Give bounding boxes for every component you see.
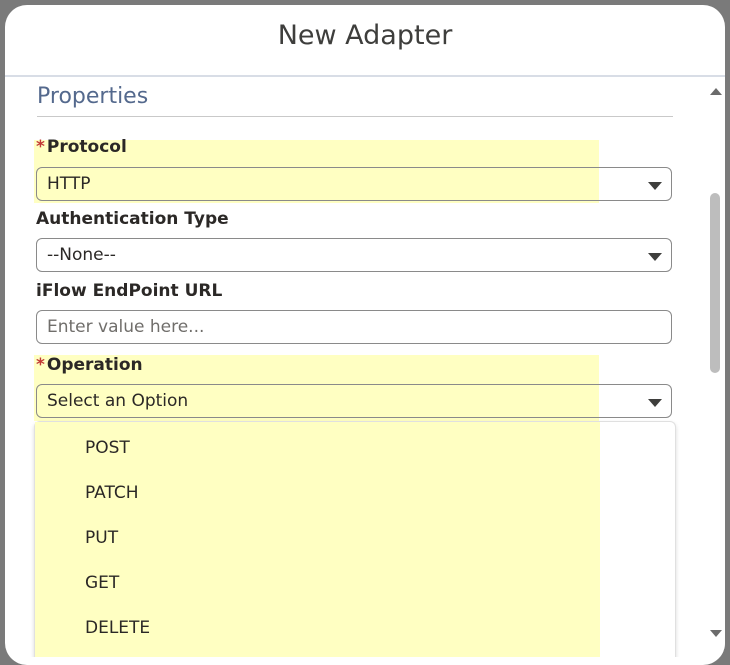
protocol-label-text: Protocol: [46, 137, 127, 157]
modal-title: New Adapter: [277, 20, 453, 51]
operation-select[interactable]: Select an Option: [36, 384, 672, 418]
operation-value: Select an Option: [47, 391, 189, 411]
auth-type-label: Authentication Type: [36, 209, 229, 229]
scroll-down-arrow-icon[interactable]: [710, 630, 722, 637]
endpoint-url-label: iFlow EndPoint URL: [36, 281, 223, 301]
chevron-down-icon: [648, 399, 662, 407]
chevron-down-icon: [648, 182, 662, 190]
auth-type-value: --None--: [47, 245, 116, 265]
scrollbar[interactable]: [705, 77, 725, 657]
operation-label: * Operation: [36, 355, 143, 375]
section-title: Properties: [37, 84, 673, 117]
required-marker: *: [36, 137, 45, 157]
scroll-thumb[interactable]: [710, 193, 720, 373]
new-adapter-modal: New Adapter Properties * Protocol HTTP Au…: [5, 5, 725, 665]
scroll-up-arrow-icon[interactable]: [710, 88, 722, 95]
modal-body: Properties * Protocol HTTP Authentication…: [5, 77, 705, 657]
protocol-label: * Protocol: [36, 137, 127, 157]
endpoint-url-input[interactable]: Enter value here...: [36, 310, 672, 344]
endpoint-url-placeholder: Enter value here...: [47, 317, 205, 337]
operation-label-text: Operation: [46, 355, 143, 375]
required-marker: *: [36, 355, 45, 375]
protocol-select[interactable]: HTTP: [36, 167, 672, 201]
operation-dropdown: POST PATCH PUT GET DELETE: [34, 421, 676, 657]
protocol-value: HTTP: [47, 174, 91, 194]
option-post[interactable]: POST: [85, 438, 130, 458]
option-delete[interactable]: DELETE: [85, 618, 150, 638]
modal-header: New Adapter: [5, 5, 725, 77]
chevron-down-icon: [648, 253, 662, 261]
auth-type-select[interactable]: --None--: [36, 238, 672, 272]
option-put[interactable]: PUT: [85, 528, 118, 548]
option-get[interactable]: GET: [85, 573, 119, 593]
option-patch[interactable]: PATCH: [85, 483, 139, 503]
